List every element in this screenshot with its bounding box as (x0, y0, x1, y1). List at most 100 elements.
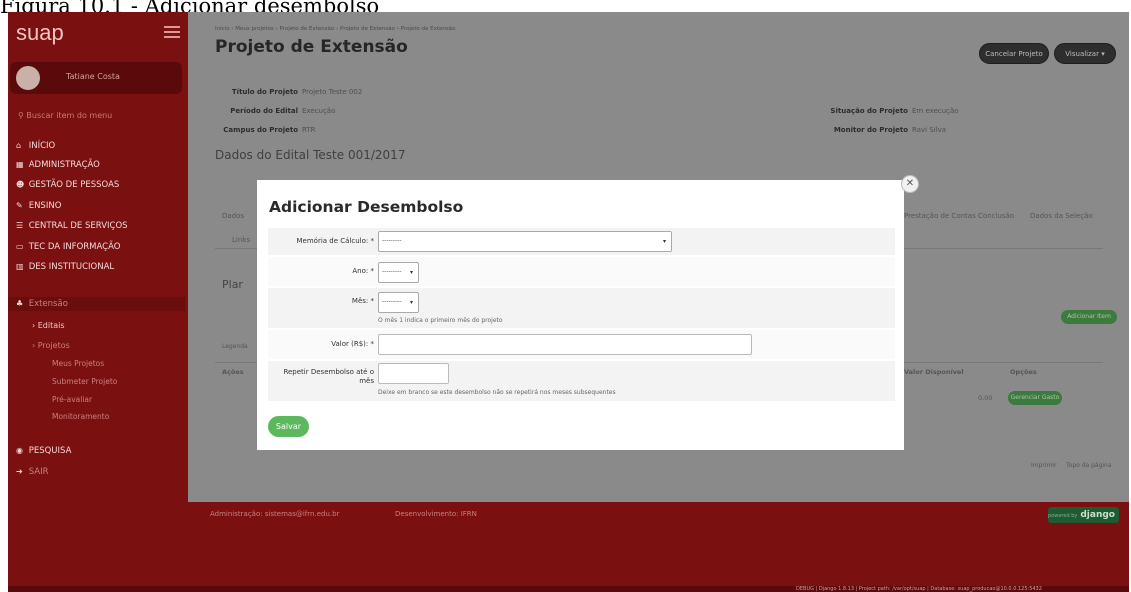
menu-search-label: Buscar item do menu (26, 111, 113, 120)
sidebar-item-administracao[interactable]: ▦ ADMINISTRAÇÃO (16, 160, 100, 170)
ano-select[interactable]: --------- ▾ (378, 262, 419, 283)
sidebar-item-label: CENTRAL DE SERVIÇOS (28, 221, 128, 231)
avatar (16, 66, 40, 90)
row-valor-disponivel: 0,00 (978, 394, 993, 402)
admin-contact[interactable]: Administração: sistemas@ifrn.edu.br (210, 510, 339, 518)
logout-icon: ➔ (16, 467, 23, 476)
repetir-help-text: Deixe em branco se este desembolso não s… (378, 389, 616, 396)
ano-selected-value: --------- (382, 268, 402, 275)
suap-logo[interactable]: suap (16, 20, 64, 46)
chart-icon: ▥ (16, 262, 24, 271)
add-disbursement-modal: Adicionar Desembolso Memória de Cálculo:… (257, 180, 904, 450)
required-mark: * (370, 297, 375, 305)
sidebar-item-gestao-pessoas[interactable]: ☻ GESTÃO DE PESSOAS (16, 180, 119, 190)
mes-select[interactable]: --------- ▾ (378, 292, 419, 313)
ano-label: Ano: * (352, 267, 375, 275)
gerenciar-gasto-button[interactable]: Gerenciar Gasto (1008, 391, 1062, 405)
tab-links[interactable]: Links (232, 236, 250, 244)
user-name: Tatiane Costa (66, 72, 120, 81)
repetir-label: Repetir Desembolso até o mês (283, 368, 374, 385)
django-powered: powered by (1048, 513, 1078, 519)
sidebar-item-inicio[interactable]: ⌂ INÍCIO (16, 141, 55, 151)
print-link[interactable]: Imprimir (1031, 462, 1057, 469)
monitor-value: Ravi Silva (912, 126, 947, 134)
mes-selected-value: --------- (382, 298, 402, 305)
form-row-valor: Valor (R$): * (268, 330, 895, 360)
form-row-ano: Ano: * --------- ▾ (268, 257, 895, 287)
tab-dados-selecao[interactable]: Dados da Seleção (1030, 212, 1093, 220)
view-dropdown-button[interactable]: Visualizar ▾ (1054, 43, 1116, 64)
pencil-icon: ✎ (16, 201, 23, 210)
close-icon[interactable]: ✕ (901, 175, 919, 193)
list-icon: ☰ (16, 221, 24, 230)
debug-bar: DEBUG | Django 1.8.13 | Project path: /v… (8, 586, 1129, 592)
save-button[interactable]: Salvar (268, 416, 309, 437)
tab-conclusao[interactable]: Conclusão (978, 212, 1014, 220)
required-mark: * (370, 267, 375, 275)
sidebar: suap Tatiane Costa ⚲ Buscar item do menu… (8, 12, 185, 592)
sidebar-item-central-servicos[interactable]: ☰ CENTRAL DE SERVIÇOS (16, 221, 128, 231)
mes-label: Mês: * (351, 297, 375, 305)
legend-label: Legenda (222, 343, 248, 350)
campus-label: Campus do Projeto (223, 126, 298, 134)
sidebar-item-label: PESQUISA (28, 446, 72, 456)
hamburger-menu-icon[interactable] (164, 26, 180, 38)
titulo-label: Título do Projeto (231, 88, 298, 96)
sidebar-item-ensino[interactable]: ✎ ENSINO (16, 201, 61, 211)
campus-value: RTR (302, 126, 316, 134)
sidebar-sub-label: Editais (37, 321, 65, 330)
chevron-down-icon: ▾ (409, 299, 413, 306)
periodo-value: Execução (302, 107, 336, 115)
top-of-page-link[interactable]: Topo da página (1066, 462, 1112, 469)
sidebar-item-tec-informacao[interactable]: ▭ TEC DA INFORMAÇÃO (16, 242, 120, 252)
col-header-opcoes: Opções (1010, 368, 1037, 376)
form-row-repetir: Repetir Desembolso até o mês Deixe em bra… (268, 361, 895, 402)
breadcrumb[interactable]: Início › Meus projetos › Projeto de Exte… (215, 26, 456, 32)
chevron-down-icon: ▾ (662, 238, 666, 245)
page-footer: Administração: sistemas@ifrn.edu.br Dese… (188, 502, 1129, 592)
sidebar-link-submeter-projeto[interactable]: Submeter Projeto (52, 377, 117, 386)
chevron-down-icon: ▾ (409, 269, 413, 276)
cancel-project-button[interactable]: Cancelar Projeto (979, 43, 1049, 64)
sidebar-item-label: INÍCIO (28, 141, 56, 151)
extension-icon: ♣ (16, 299, 24, 308)
repetir-input[interactable] (378, 363, 449, 384)
sidebar-item-label: DES INSTITUCIONAL (28, 262, 115, 272)
sidebar-item-extensao[interactable]: ♣ Extensão (16, 299, 68, 309)
situacao-label: Situação do Projeto (830, 107, 908, 115)
user-profile[interactable]: Tatiane Costa (10, 62, 182, 94)
situacao-value: Em execução (912, 107, 959, 115)
sidebar-item-des-institucional[interactable]: ▥ DES INSTITUCIONAL (16, 262, 114, 272)
sidebar-item-label: TEC DA INFORMAÇÃO (28, 242, 121, 252)
sidebar-item-label: Extensão (28, 299, 68, 309)
valor-label: Valor (R$): * (331, 340, 374, 348)
tab-dados[interactable]: Dados (222, 212, 244, 220)
sidebar-link-pre-avaliar[interactable]: Pré-avaliar (52, 395, 92, 404)
sidebar-sub-projetos[interactable]: › Projetos (32, 341, 70, 350)
tab-prestacao-contas[interactable]: Prestação de Contas (904, 212, 976, 220)
sidebar-link-meus-projetos[interactable]: Meus Projetos (52, 359, 104, 368)
memoria-selected-value: --------- (382, 237, 402, 244)
app-window: suap Tatiane Costa ⚲ Buscar item do menu… (8, 12, 1129, 592)
menu-search[interactable]: ⚲ Buscar item do menu (18, 111, 112, 120)
sidebar-item-label: GESTÃO DE PESSOAS (28, 180, 120, 190)
debug-info: DEBUG | Django 1.8.13 | Project path: /v… (796, 586, 1042, 592)
valor-input[interactable] (378, 334, 752, 355)
memoria-select[interactable]: --------- ▾ (378, 231, 672, 252)
edital-section-title: Dados do Edital Teste 001/2017 (215, 148, 406, 162)
sidebar-item-label: SAIR (28, 467, 49, 477)
sidebar-item-label: ENSINO (28, 201, 62, 211)
sidebar-item-sair[interactable]: ➔ SAIR (16, 467, 48, 477)
periodo-label: Período do Edital (230, 107, 298, 115)
titulo-value: Projeto Teste 002 (302, 88, 363, 96)
sidebar-item-label: ADMINISTRAÇÃO (28, 160, 100, 170)
sidebar-item-pesquisa[interactable]: ◉ PESQUISA (16, 446, 71, 456)
page-title: Projeto de Extensão (215, 37, 408, 57)
mes-help-text: O mês 1 indica o primeiro mês do projeto (378, 317, 503, 324)
form-row-memoria: Memória de Cálculo: * --------- ▾ (268, 228, 895, 256)
sidebar-sub-editais[interactable]: › Editais (32, 321, 65, 330)
sidebar-link-monitoramento[interactable]: Monitoramento (52, 412, 109, 421)
dev-credit: Desenvolvimento: IFRN (395, 510, 477, 518)
required-mark: * (370, 237, 375, 245)
add-item-button[interactable]: Adicionar Item (1061, 310, 1117, 324)
